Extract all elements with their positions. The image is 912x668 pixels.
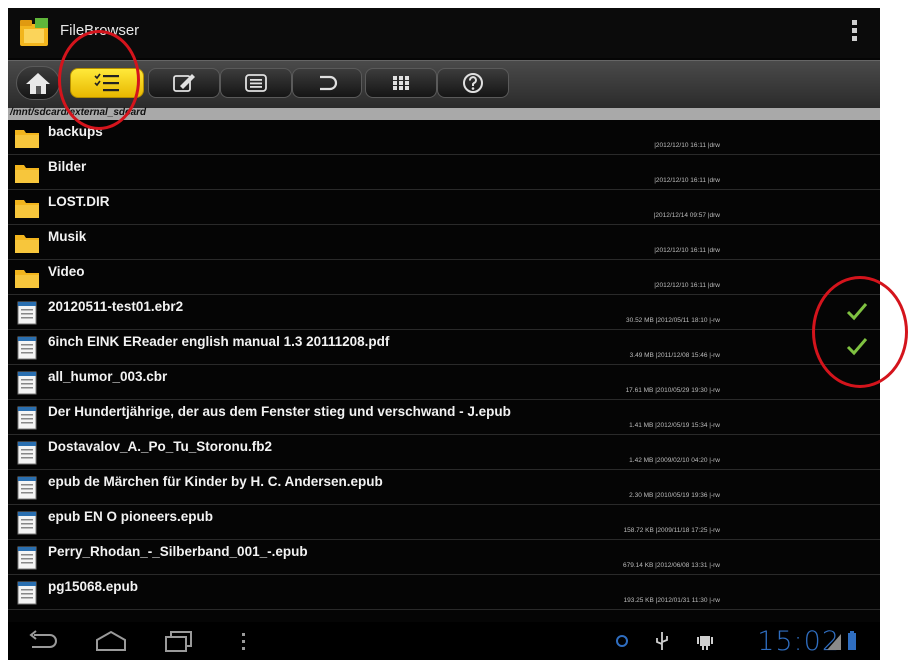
list-icon — [245, 74, 267, 92]
file-meta: 30.52 MB |2012/05/11 18:10 |-rw — [626, 317, 720, 324]
file-name: Der Hundertjährige, der aus dem Fenster … — [48, 404, 511, 419]
file-name: Bilder — [48, 159, 87, 174]
list-item[interactable]: epub de Märchen für Kinder by H. C. Ande… — [8, 470, 880, 505]
document-icon — [17, 476, 37, 500]
list-item[interactable]: epub EN O pioneers.epub 158.72 KB |2009/… — [8, 505, 880, 540]
file-name: Perry_Rhodan_-_Silberband_001_-.epub — [48, 544, 308, 559]
undo-button[interactable] — [292, 68, 362, 98]
help-icon — [463, 73, 483, 93]
file-meta: 193.25 KB |2012/01/31 11:30 |-rw — [623, 597, 721, 604]
file-meta: 1.42 MB |2009/02/10 04:20 |-rw — [629, 457, 720, 464]
undo-icon — [320, 75, 338, 91]
folder-icon — [15, 200, 39, 218]
document-icon — [17, 581, 37, 605]
recent-apps-icon[interactable] — [164, 630, 194, 652]
file-name: 20120511-test01.ebr2 — [48, 299, 184, 314]
file-list: backups |2012/12/10 16:11 |drw Bilder |2… — [8, 120, 880, 620]
home-nav-icon[interactable] — [94, 630, 128, 652]
document-icon — [17, 406, 37, 430]
file-meta: 1.41 MB |2012/05/19 15:34 |-rw — [629, 422, 720, 429]
list-item[interactable]: Perry_Rhodan_-_Silberband_001_-.epub 679… — [8, 540, 880, 575]
usb-icon — [656, 632, 668, 650]
list-item[interactable]: LOST.DIR |2012/12/14 09:57 |drw — [8, 190, 880, 225]
grid-icon — [393, 76, 409, 90]
file-meta: |2012/12/14 09:57 |drw — [653, 212, 720, 219]
annotation-circle-multiselect — [58, 30, 140, 130]
file-meta: |2012/12/10 16:11 |drw — [654, 282, 720, 289]
file-meta: |2012/12/10 16:11 |drw — [654, 247, 720, 254]
folder-icon — [15, 270, 39, 288]
file-meta: 679.14 KB |2012/06/08 13:31 |-rw — [623, 562, 720, 569]
tablet-screen: FileBrowser /mnt/sdcard/external_sdcard … — [8, 8, 880, 660]
folder-icon — [15, 130, 39, 148]
back-nav-icon[interactable] — [26, 630, 60, 652]
app-icon — [20, 18, 48, 46]
menu-nav-icon[interactable] — [240, 630, 248, 652]
file-name: epub de Märchen für Kinder by H. C. Ande… — [48, 474, 383, 489]
document-icon — [17, 371, 37, 395]
list-item[interactable]: Musik |2012/12/10 16:11 |drw — [8, 225, 880, 260]
document-icon — [17, 441, 37, 465]
file-meta: 158.72 KB |2009/11/18 17:25 |-rw — [623, 527, 721, 534]
folder-icon — [15, 235, 39, 253]
overflow-menu-icon[interactable] — [852, 20, 858, 44]
path-bar: /mnt/sdcard/external_sdcard — [8, 107, 880, 120]
list-item[interactable]: Der Hundertjährige, der aus dem Fenster … — [8, 400, 880, 435]
document-icon — [17, 336, 37, 360]
list-item[interactable]: Dostavalov_A._Po_Tu_Storonu.fb2 1.42 MB … — [8, 435, 880, 470]
android-debug-icon — [697, 636, 713, 650]
edit-icon — [173, 74, 195, 92]
list-item[interactable]: 20120511-test01.ebr2 30.52 MB |2012/05/1… — [8, 295, 880, 330]
file-name: Video — [48, 264, 85, 279]
file-name: pg15068.epub — [48, 579, 139, 594]
edit-button[interactable] — [148, 68, 220, 98]
file-name: 6inch EINK EReader english manual 1.3 20… — [48, 334, 390, 349]
notification-icon — [616, 635, 628, 647]
list-item[interactable]: backups |2012/12/10 16:11 |drw — [8, 120, 880, 155]
title-bar: FileBrowser — [8, 8, 880, 58]
document-icon — [17, 301, 37, 325]
system-nav-bar: 15:02 — [8, 622, 880, 660]
document-icon — [17, 511, 37, 535]
file-meta: 17.61 MB |2010/05/29 19:30 |-rw — [625, 387, 720, 394]
folder-icon — [15, 165, 39, 183]
list-item[interactable]: Video |2012/12/10 16:11 |drw — [8, 260, 880, 295]
file-meta: |2012/12/10 16:11 |drw — [654, 177, 720, 184]
file-name: LOST.DIR — [48, 194, 110, 209]
help-button[interactable] — [437, 68, 509, 98]
file-meta: 3.49 MB |2011/12/08 15:46 |-rw — [629, 352, 720, 359]
list-item[interactable]: pg15068.epub 193.25 KB |2012/01/31 11:30… — [8, 575, 880, 610]
list-view-button[interactable] — [220, 68, 292, 98]
file-name: all_humor_003.cbr — [48, 369, 168, 384]
list-item[interactable]: 6inch EINK EReader english manual 1.3 20… — [8, 330, 880, 365]
file-name: Musik — [48, 229, 87, 244]
file-meta: 2.30 MB |2010/05/19 19:36 |-rw — [629, 492, 720, 499]
grid-view-button[interactable] — [365, 68, 437, 98]
battery-icon — [848, 631, 856, 650]
list-item[interactable]: all_humor_003.cbr 17.61 MB |2010/05/29 1… — [8, 365, 880, 400]
file-meta: |2012/12/10 16:11 |drw — [654, 142, 720, 149]
signal-icon — [827, 634, 841, 650]
document-icon — [17, 546, 37, 570]
list-item[interactable]: Bilder |2012/12/10 16:11 |drw — [8, 155, 880, 190]
home-icon — [26, 73, 50, 94]
file-name: epub EN O pioneers.epub — [48, 509, 214, 524]
annotation-circle-checkmarks — [812, 276, 908, 388]
home-button[interactable] — [16, 66, 60, 100]
file-name: Dostavalov_A._Po_Tu_Storonu.fb2 — [48, 439, 273, 454]
